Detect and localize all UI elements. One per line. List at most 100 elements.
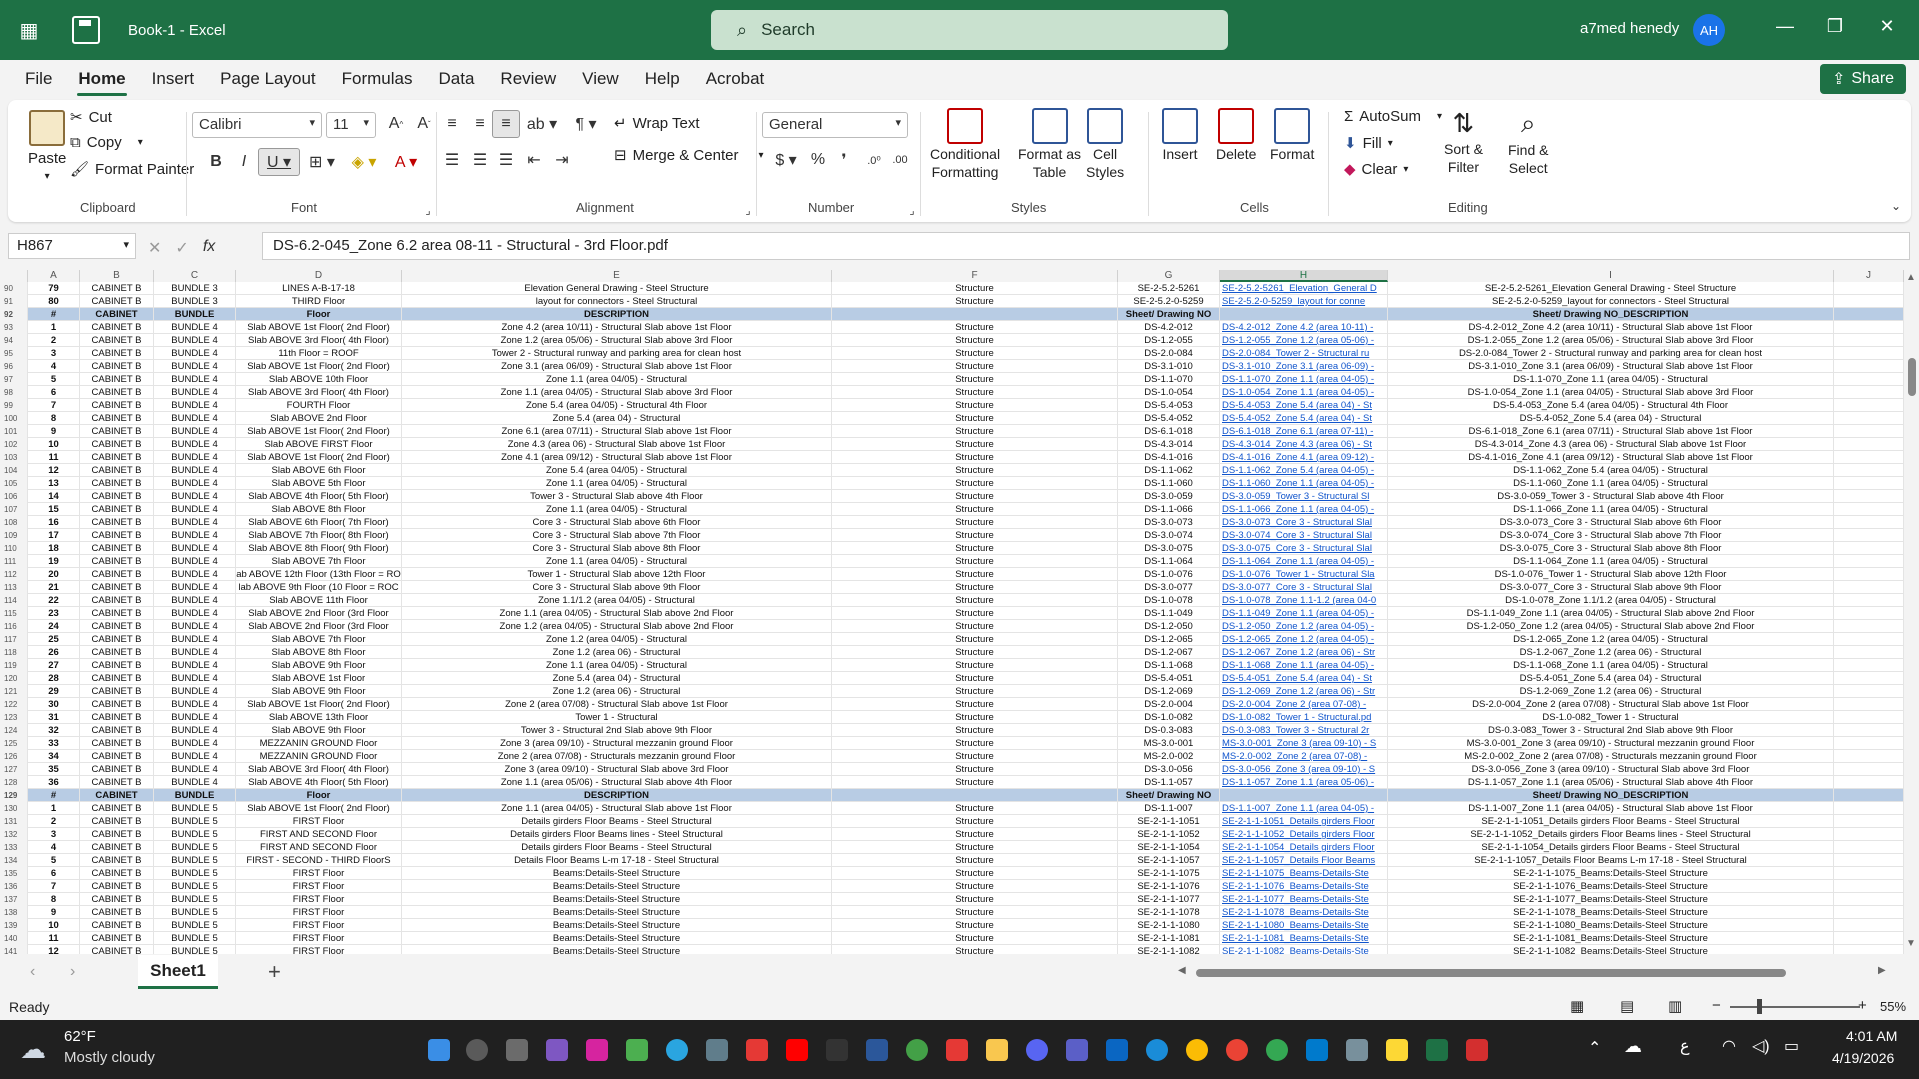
row-number[interactable]: 90: [0, 282, 28, 295]
hyperlink-cell[interactable]: DS-1.0-076_Tower 1 - Structural Sla: [1220, 568, 1388, 581]
table-cell[interactable]: CABINET B: [80, 646, 154, 659]
table-cell[interactable]: 22: [28, 594, 80, 607]
table-cell[interactable]: Structure: [832, 490, 1118, 503]
table-cell[interactable]: [1834, 854, 1904, 867]
hyperlink-cell[interactable]: DS-1.1-049_Zone 1.1 (area 04-05) -: [1220, 607, 1388, 620]
table-cell[interactable]: Structure: [832, 945, 1118, 954]
table-cell[interactable]: [1834, 568, 1904, 581]
hyperlink-cell[interactable]: DS-1.1-066_Zone 1.1 (area 04-05) -: [1220, 503, 1388, 516]
hyperlink-cell[interactable]: DS-5.4-051_Zone 5.4 (area 04) - St: [1220, 672, 1388, 685]
row-number[interactable]: 130: [0, 802, 28, 815]
confirm-icon[interactable]: ✓: [175, 238, 188, 258]
table-cell[interactable]: CABINET B: [80, 399, 154, 412]
weather-icon[interactable]: ☁: [20, 1034, 46, 1065]
row-number[interactable]: 104: [0, 464, 28, 477]
table-cell[interactable]: 13: [28, 477, 80, 490]
table-cell[interactable]: SE-2-5.2-0-5259_layout for connectors - …: [1388, 295, 1834, 308]
table-cell[interactable]: 79: [28, 282, 80, 295]
table-cell[interactable]: [1834, 503, 1904, 516]
spreadsheet-grid[interactable]: ABCDEFGHIJ 90 79 CABINET B BUNDLE 3 LINES A-…: [0, 270, 1904, 954]
table-cell[interactable]: [1834, 490, 1904, 503]
table-cell[interactable]: CABINET B: [80, 893, 154, 906]
table-cell[interactable]: Slab ABOVE 1st Floor( 2nd Floor): [236, 425, 402, 438]
table-cell[interactable]: 9: [28, 906, 80, 919]
name-box[interactable]: H867 ▾: [8, 233, 136, 259]
share-button[interactable]: ⇪ Share: [1820, 64, 1906, 94]
table-cell[interactable]: 26: [28, 646, 80, 659]
table-cell[interactable]: 11: [28, 451, 80, 464]
table-cell[interactable]: DS-1.2-069: [1118, 685, 1220, 698]
clock-date[interactable]: 4/19/2026: [1832, 1050, 1894, 1066]
table-cell[interactable]: 25: [28, 633, 80, 646]
table-cell[interactable]: Slab ABOVE 5th Floor: [236, 477, 402, 490]
header-cell[interactable]: [1834, 308, 1904, 321]
table-cell[interactable]: FIRST Floor: [236, 815, 402, 828]
table-cell[interactable]: BUNDLE 5: [154, 802, 236, 815]
table-cell[interactable]: Slab ABOVE 4th Floor( 5th Floor): [236, 776, 402, 789]
table-cell[interactable]: 14: [28, 490, 80, 503]
table-cell[interactable]: BUNDLE 4: [154, 620, 236, 633]
table-cell[interactable]: BUNDLE 4: [154, 724, 236, 737]
normal-view-icon[interactable]: ▦: [1570, 997, 1584, 1015]
table-cell[interactable]: Structure: [832, 893, 1118, 906]
table-cell[interactable]: DS-2.0-084_Tower 2 - Structural runway a…: [1388, 347, 1834, 360]
tab-help[interactable]: Help: [632, 60, 693, 98]
table-cell[interactable]: 35: [28, 763, 80, 776]
table-cell[interactable]: BUNDLE 4: [154, 646, 236, 659]
header-cell[interactable]: Floor: [236, 789, 402, 802]
table-cell[interactable]: 1: [28, 802, 80, 815]
column-header[interactable]: I: [1388, 270, 1834, 282]
table-cell[interactable]: DS-3.0-075_Core 3 - Structural Slab abov…: [1388, 542, 1834, 555]
table-cell[interactable]: DS-1.2-067_Zone 1.2 (area 06) - Structur…: [1388, 646, 1834, 659]
table-cell[interactable]: Structure: [832, 321, 1118, 334]
table-cell[interactable]: SE-2-1-1-1076: [1118, 880, 1220, 893]
table-cell[interactable]: CABINET B: [80, 698, 154, 711]
excel-taskbar-icon[interactable]: [1426, 1039, 1448, 1061]
table-cell[interactable]: Structure: [832, 399, 1118, 412]
hyperlink-cell[interactable]: SE-2-1-1-1082_Beams-Details-Ste: [1220, 945, 1388, 954]
table-cell[interactable]: Zone 1.2 (area 04/05) - Structural: [402, 633, 832, 646]
hyperlink-cell[interactable]: SE-2-1-1-1077_Beams-Details-Ste: [1220, 893, 1388, 906]
table-cell[interactable]: FIRST Floor: [236, 893, 402, 906]
table-cell[interactable]: Slab ABOVE 2nd Floor (3rd Floor: [236, 620, 402, 633]
table-cell[interactable]: CABINET B: [80, 542, 154, 555]
row-number[interactable]: 115: [0, 607, 28, 620]
table-cell[interactable]: Zone 1.2 (area 04/05) - Structural Slab …: [402, 620, 832, 633]
whatsapp-icon[interactable]: [906, 1039, 928, 1061]
decrease-decimal-icon[interactable]: .00: [886, 146, 914, 174]
row-number[interactable]: 131: [0, 815, 28, 828]
table-cell[interactable]: Details girders Floor Beams - Steel Stru…: [402, 841, 832, 854]
column-header[interactable]: C: [154, 270, 236, 282]
row-number[interactable]: 96: [0, 360, 28, 373]
table-cell[interactable]: Slab ABOVE 2nd Floor: [236, 412, 402, 425]
sort-filter-button[interactable]: ⇅ Sort & Filter: [1444, 108, 1483, 175]
table-cell[interactable]: SE-2-1-1-1081_Beams:Details-Steel Struct…: [1388, 932, 1834, 945]
row-number[interactable]: 114: [0, 594, 28, 607]
table-cell[interactable]: Structure: [832, 438, 1118, 451]
table-cell[interactable]: Structure: [832, 737, 1118, 750]
hyperlink-cell[interactable]: SE-2-5.2-0-5259_layout for conne: [1220, 295, 1388, 308]
table-cell[interactable]: BUNDLE 4: [154, 399, 236, 412]
table-cell[interactable]: BUNDLE 4: [154, 776, 236, 789]
table-cell[interactable]: [1834, 893, 1904, 906]
table-cell[interactable]: CABINET B: [80, 451, 154, 464]
table-cell[interactable]: BUNDLE 4: [154, 425, 236, 438]
table-cell[interactable]: Details girders Floor Beams lines - Stee…: [402, 828, 832, 841]
column-header[interactable]: D: [236, 270, 402, 282]
table-cell[interactable]: [1834, 295, 1904, 308]
table-cell[interactable]: 34: [28, 750, 80, 763]
table-cell[interactable]: DS-1.2-065: [1118, 633, 1220, 646]
tab-formulas[interactable]: Formulas: [329, 60, 426, 98]
youtube-icon[interactable]: [786, 1039, 808, 1061]
table-cell[interactable]: [1834, 360, 1904, 373]
hyperlink-cell[interactable]: DS-3.0-075_Core 3 - Structural Slal: [1220, 542, 1388, 555]
scroll-up-icon[interactable]: ▲: [1906, 272, 1916, 283]
table-cell[interactable]: Structure: [832, 503, 1118, 516]
table-cell[interactable]: DS-1.1-049_Zone 1.1 (area 04/05) - Struc…: [1388, 607, 1834, 620]
table-cell[interactable]: DS-1.1-066: [1118, 503, 1220, 516]
volume-icon[interactable]: ◁): [1752, 1036, 1770, 1056]
table-cell[interactable]: Slab ABOVE 8th Floor( 9th Floor): [236, 542, 402, 555]
telegram-icon[interactable]: [666, 1039, 688, 1061]
table-cell[interactable]: BUNDLE 4: [154, 581, 236, 594]
copilot-icon[interactable]: [546, 1039, 568, 1061]
